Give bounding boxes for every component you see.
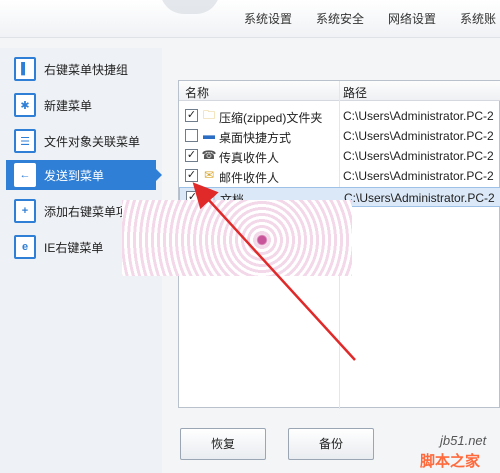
watermark-name: 脚本之家 xyxy=(420,453,481,470)
annotation-arrow xyxy=(192,182,356,361)
restore-button[interactable]: 恢复 xyxy=(180,428,266,460)
watermark-site: jb51.net xyxy=(440,433,487,448)
backup-button[interactable]: 备份 xyxy=(288,428,374,460)
